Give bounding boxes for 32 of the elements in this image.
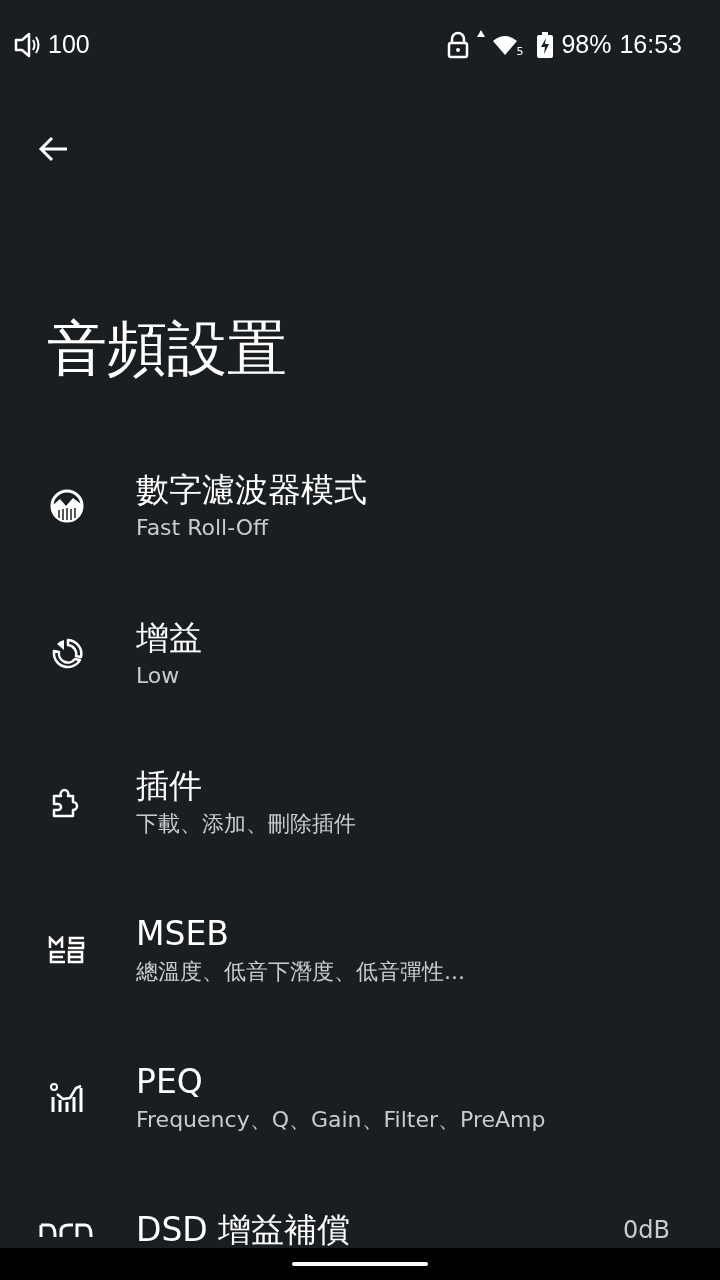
- page-title: 音頻設置: [47, 312, 288, 385]
- item-title: MSEB: [136, 913, 230, 955]
- battery-charging-icon: [537, 32, 554, 58]
- upload-arrow-icon: [477, 30, 486, 39]
- item-title: 增益: [136, 617, 203, 659]
- speaker-icon: [14, 32, 42, 58]
- item-title: DSD 增益補償: [136, 1209, 352, 1248]
- settings-item[interactable]: 增益 Low: [0, 580, 720, 728]
- settings-item[interactable]: 插件 下載、添加、刪除插件: [0, 728, 720, 876]
- item-subtitle: 下載、添加、刪除插件: [136, 810, 357, 838]
- item-subtitle: Frequency、Q、Gain、Filter、PreAmp: [136, 1106, 547, 1134]
- settings-item[interactable]: PEQ Frequency、Q、Gain、Filter、PreAmp: [0, 1024, 720, 1172]
- wifi-generation-label: 5: [516, 46, 524, 57]
- lock-icon: [447, 31, 470, 59]
- item-subtitle: Fast Roll-Off: [136, 514, 270, 542]
- settings-item[interactable]: MSEB 總溫度、低音下潛度、低音彈性...: [0, 876, 720, 1024]
- battery-percent: 98%: [561, 29, 612, 61]
- equalizer-chart-icon: [49, 1082, 85, 1114]
- item-subtitle: 總溫度、低音下潛度、低音彈性...: [136, 958, 466, 986]
- volume-level: 100: [48, 29, 90, 61]
- item-title: 插件: [136, 765, 203, 807]
- item-value: 0dB: [623, 1215, 671, 1246]
- settings-item[interactable]: 數字濾波器模式 Fast Roll-Off: [0, 432, 720, 580]
- item-title: 數字濾波器模式: [136, 469, 368, 511]
- wave-chart-icon: [49, 488, 85, 524]
- logo-icon: [48, 936, 86, 964]
- item-subtitle: Low: [136, 662, 181, 690]
- item-title: PEQ: [136, 1061, 204, 1103]
- back-button[interactable]: [36, 134, 70, 164]
- wifi-icon: [493, 35, 518, 55]
- clock-time: 16:53: [619, 29, 682, 61]
- settings-item[interactable]: DSD 增益補償 0dB: [0, 1172, 720, 1248]
